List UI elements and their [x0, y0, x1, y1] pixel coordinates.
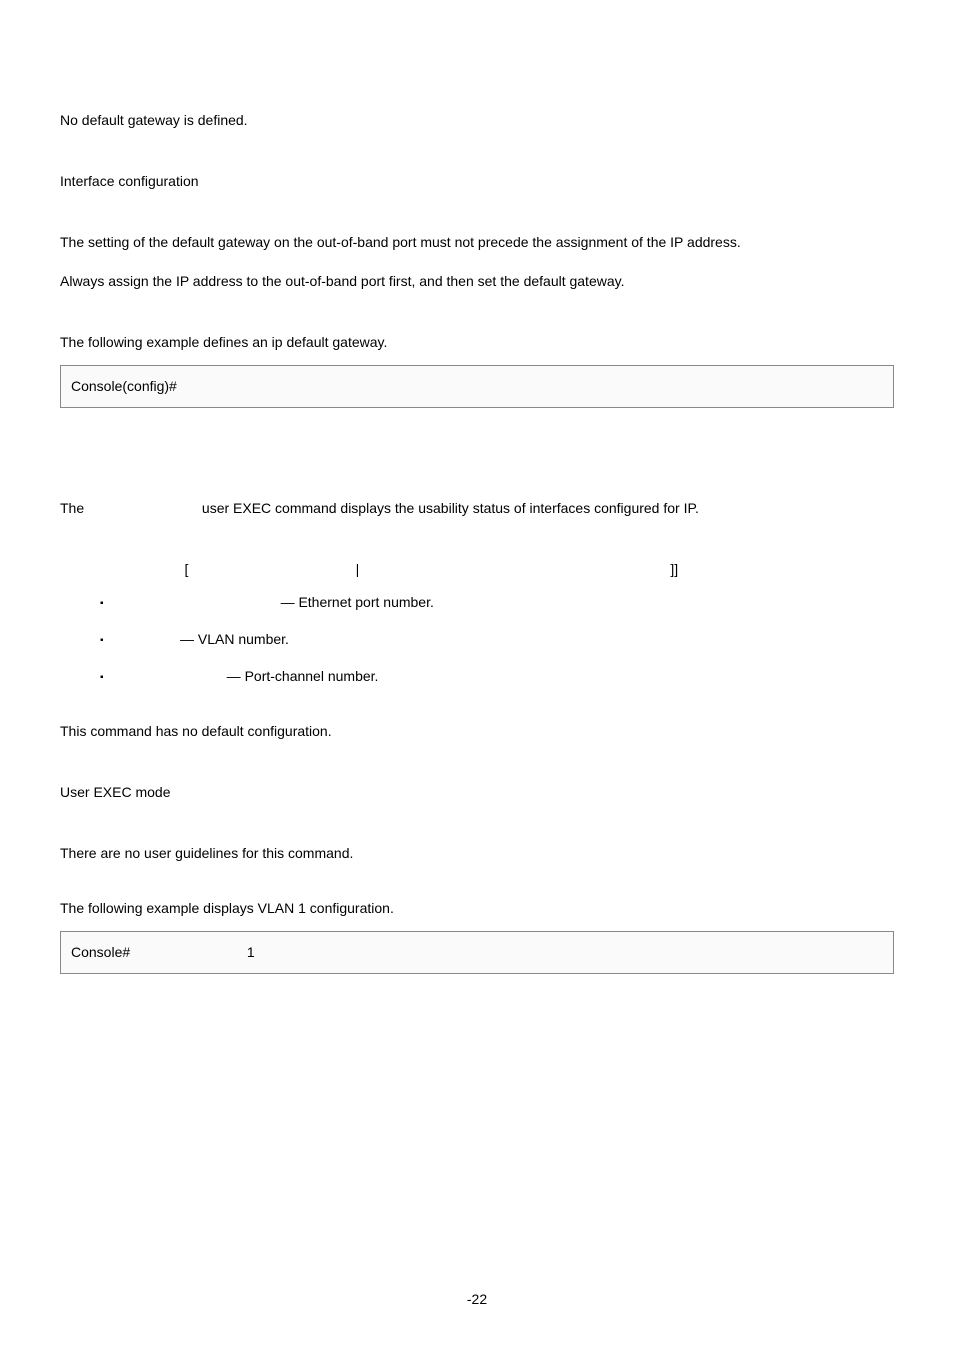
param-portchannel: — Port-channel number.	[100, 666, 894, 687]
param-vlan: — VLAN number.	[100, 629, 894, 650]
code-content-2: Console# 1	[71, 944, 255, 960]
text-no-default-gateway: No default gateway is defined.	[60, 110, 894, 131]
page-number: -22	[467, 1289, 487, 1310]
text-interface-config: Interface configuration	[60, 171, 894, 192]
syntax-line: [ | ]]	[60, 559, 894, 580]
text-setting-note: The setting of the default gateway on th…	[60, 232, 894, 253]
text-always-assign: Always assign the IP address to the out-…	[60, 271, 894, 292]
parameter-list: — Ethernet port number. — VLAN number. —…	[60, 592, 894, 687]
example-intro-2: The following example displays VLAN 1 co…	[60, 898, 894, 919]
text-no-guidelines: There are no user guidelines for this co…	[60, 843, 894, 864]
example-intro-1: The following example defines an ip defa…	[60, 332, 894, 353]
exec-description: The user EXEC command displays the usabi…	[60, 498, 894, 519]
exec-the: The	[60, 500, 88, 516]
exec-rest: user EXEC command displays the usability…	[198, 500, 699, 516]
text-no-default-config: This command has no default configuratio…	[60, 721, 894, 742]
text-user-exec-mode: User EXEC mode	[60, 782, 894, 803]
code-content-1: Console(config)#	[71, 378, 181, 394]
param-ethernet: — Ethernet port number.	[100, 592, 894, 613]
code-box-1: Console(config)#	[60, 365, 894, 408]
code-box-2: Console# 1	[60, 931, 894, 974]
